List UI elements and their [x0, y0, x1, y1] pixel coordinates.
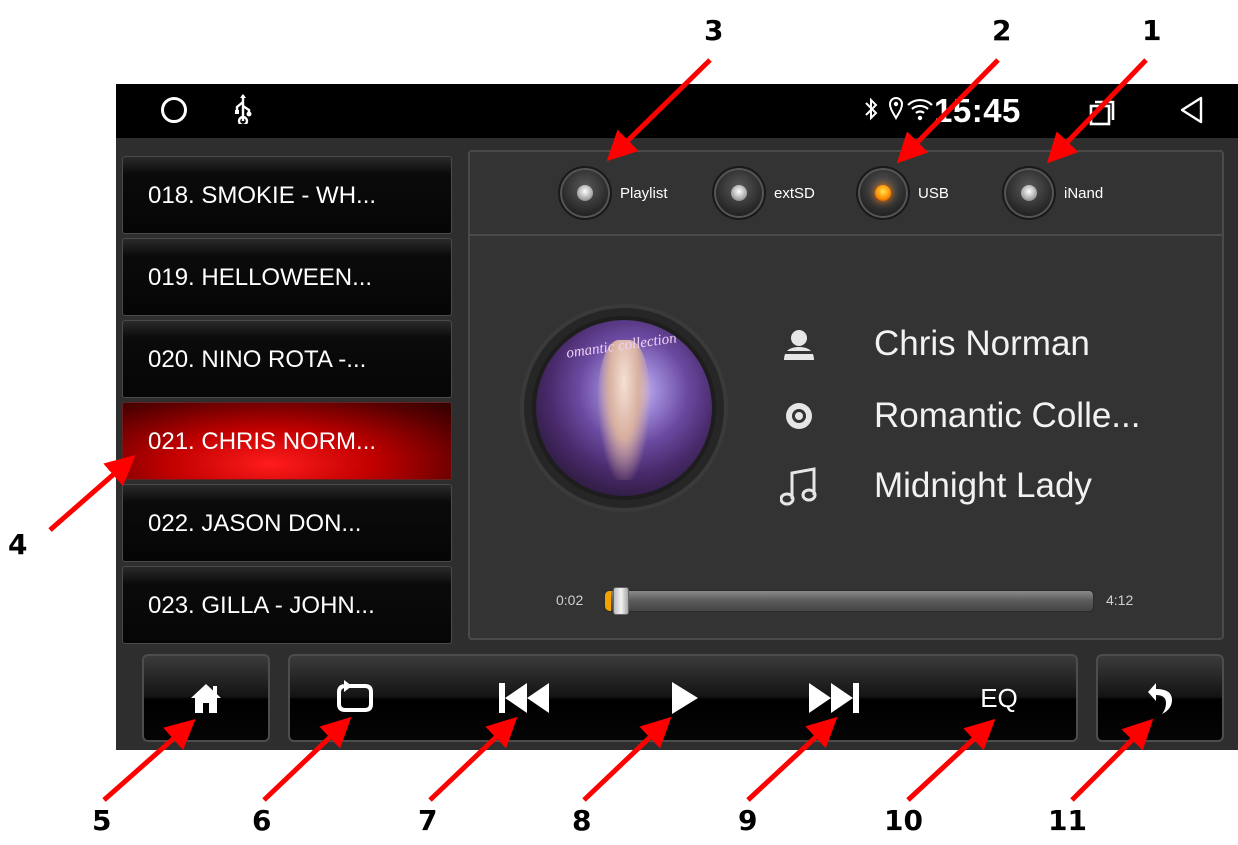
- annotation-number-7: 7: [418, 804, 438, 837]
- annotation-number-9: 9: [738, 804, 758, 837]
- arrow-1: [1046, 58, 1148, 164]
- annotation-number-1: 1: [1142, 14, 1162, 47]
- arrow-9: [746, 716, 838, 802]
- annotation-arrows: [48, 58, 1154, 802]
- arrow-8: [582, 716, 672, 802]
- annotation-number-2: 2: [992, 14, 1012, 47]
- arrow-7: [428, 716, 518, 802]
- arrow-5: [102, 719, 196, 802]
- arrow-3: [606, 58, 712, 162]
- annotation-number-8: 8: [572, 804, 592, 837]
- annotation-number-11: 11: [1048, 804, 1087, 837]
- annotation-number-10: 10: [884, 804, 923, 837]
- arrow-11: [1070, 718, 1154, 802]
- arrow-6: [262, 716, 352, 802]
- annotation-number-5: 5: [92, 804, 112, 837]
- arrow-10: [906, 718, 996, 802]
- arrow-2: [896, 58, 1000, 164]
- annotation-number-4: 4: [8, 528, 28, 561]
- annotation-number-3: 3: [704, 14, 724, 47]
- arrow-4: [48, 455, 136, 532]
- annotation-number-6: 6: [252, 804, 272, 837]
